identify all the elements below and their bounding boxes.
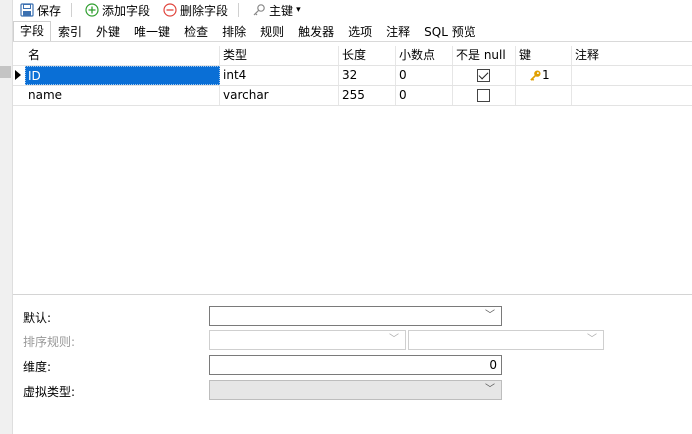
primary-key-button[interactable]: 主键 ▾ bbox=[245, 0, 307, 20]
field-comment-cell[interactable] bbox=[572, 86, 692, 105]
field-name-cell[interactable]: name bbox=[25, 86, 220, 105]
tab-foreign-keys[interactable]: 外键 bbox=[89, 22, 127, 41]
tab-unique-keys[interactable]: 唯一键 bbox=[127, 22, 177, 41]
column-header-decimals[interactable]: 小数点 bbox=[396, 46, 453, 65]
tab-options[interactable]: 选项 bbox=[341, 22, 379, 41]
field-grid: 名 类型 长度 小数点 不是 null 键 注释 ID int4 32 0 1 … bbox=[13, 46, 692, 106]
delete-field-label: 删除字段 bbox=[180, 3, 229, 18]
add-circle-icon bbox=[85, 3, 99, 17]
column-header-key[interactable]: 键 bbox=[516, 46, 572, 65]
save-icon bbox=[20, 3, 34, 17]
grid-header: 名 类型 长度 小数点 不是 null 键 注释 bbox=[13, 46, 692, 66]
collation-label: 排序规则: bbox=[23, 335, 76, 349]
delete-field-button[interactable]: 删除字段 bbox=[156, 0, 234, 20]
save-button[interactable]: 保存 bbox=[13, 0, 67, 20]
field-key-cell[interactable] bbox=[516, 86, 572, 105]
field-decimals-cell[interactable]: 0 bbox=[396, 66, 453, 85]
field-key-cell[interactable]: 1 bbox=[516, 66, 572, 85]
virtual-type-select[interactable]: ﹀ bbox=[209, 380, 502, 400]
tab-fields[interactable]: 字段 bbox=[13, 21, 52, 41]
chevron-down-icon: ﹀ bbox=[389, 334, 399, 345]
chevron-down-icon: ﹀ bbox=[587, 334, 597, 345]
field-not-null-cell[interactable] bbox=[453, 86, 516, 105]
add-field-label: 添加字段 bbox=[102, 3, 151, 18]
gutter-marker bbox=[0, 66, 11, 78]
default-select[interactable]: ﹀ bbox=[209, 306, 502, 326]
field-comment-cell[interactable] bbox=[572, 66, 692, 85]
primary-key-icon bbox=[530, 70, 541, 81]
current-row-indicator-icon bbox=[15, 70, 21, 80]
column-header-length[interactable]: 长度 bbox=[339, 46, 396, 65]
panel-splitter[interactable] bbox=[13, 294, 692, 295]
field-type-cell[interactable]: varchar bbox=[220, 86, 339, 105]
tab-excludes[interactable]: 排除 bbox=[215, 22, 253, 41]
field-decimals-cell[interactable]: 0 bbox=[396, 86, 453, 105]
toolbar: 保存 添加字段 删除字段 主键 ▾ bbox=[13, 0, 692, 20]
field-length-cell[interactable]: 255 bbox=[339, 86, 396, 105]
table-row[interactable]: ID int4 32 0 1 bbox=[13, 66, 692, 86]
collation-schema-select[interactable]: ﹀ bbox=[209, 330, 406, 350]
field-name-cell[interactable]: ID bbox=[25, 66, 220, 85]
column-header-name[interactable]: 名 bbox=[25, 46, 220, 65]
save-label: 保存 bbox=[37, 3, 62, 18]
tab-checks[interactable]: 检查 bbox=[177, 22, 215, 41]
dimension-label: 维度: bbox=[23, 360, 52, 374]
column-header-not-null[interactable]: 不是 null bbox=[453, 46, 516, 65]
tab-comment[interactable]: 注释 bbox=[379, 22, 417, 41]
toolbar-separator bbox=[71, 3, 73, 17]
virtual-type-label: 虚拟类型: bbox=[23, 385, 76, 399]
chevron-down-icon: ﹀ bbox=[485, 310, 495, 321]
default-label: 默认: bbox=[23, 311, 52, 325]
remove-circle-icon bbox=[163, 3, 177, 17]
add-field-button[interactable]: 添加字段 bbox=[78, 0, 156, 20]
left-gutter bbox=[0, 0, 13, 434]
field-type-cell[interactable]: int4 bbox=[220, 66, 339, 85]
tab-triggers[interactable]: 触发器 bbox=[291, 22, 341, 41]
column-header-type[interactable]: 类型 bbox=[220, 46, 339, 65]
primary-key-order: 1 bbox=[542, 68, 550, 82]
caret-down-icon: ▾ bbox=[296, 5, 301, 15]
field-length-cell[interactable]: 32 bbox=[339, 66, 396, 85]
toolbar-separator bbox=[238, 3, 240, 17]
tab-sql-preview[interactable]: SQL 预览 bbox=[417, 22, 483, 41]
primary-key-label: 主键 bbox=[269, 3, 294, 18]
key-icon bbox=[252, 3, 266, 17]
tab-rules[interactable]: 规则 bbox=[253, 22, 291, 41]
not-null-checkbox[interactable] bbox=[477, 69, 490, 82]
collation-select[interactable]: ﹀ bbox=[408, 330, 604, 350]
tab-indexes[interactable]: 索引 bbox=[51, 22, 89, 41]
not-null-checkbox[interactable] bbox=[477, 89, 490, 102]
column-header-comment[interactable]: 注释 bbox=[572, 46, 692, 65]
tab-bar: 字段 索引 外键 唯一键 检查 排除 规则 触发器 选项 注释 SQL 预览 bbox=[13, 21, 692, 42]
field-not-null-cell[interactable] bbox=[453, 66, 516, 85]
chevron-down-icon: ﹀ bbox=[485, 384, 495, 395]
table-row[interactable]: name varchar 255 0 bbox=[13, 86, 692, 106]
dimension-input[interactable]: 0 bbox=[209, 355, 502, 375]
